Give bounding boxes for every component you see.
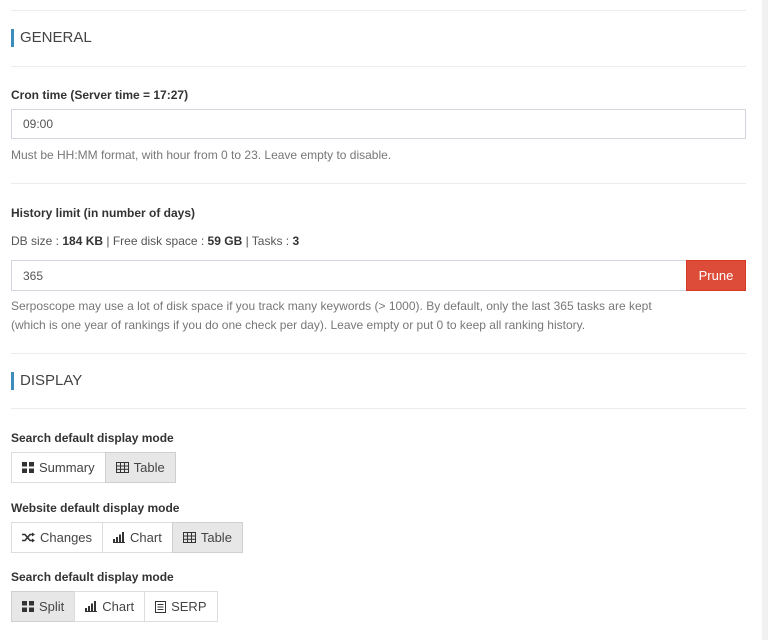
- website-mode-chart-button[interactable]: Chart: [102, 522, 173, 553]
- button-label: Chart: [130, 530, 162, 545]
- website-display-mode-group: Changes Chart Table: [11, 522, 243, 553]
- divider: [11, 408, 746, 409]
- history-limit-label: History limit (in number of days): [11, 206, 196, 220]
- prune-button[interactable]: Prune: [686, 260, 746, 291]
- button-label: Split: [39, 599, 65, 614]
- table-icon: [115, 462, 129, 473]
- website-mode-table-button[interactable]: Table: [171, 522, 243, 553]
- history-limit-help: Serposcope may use a lot of disk space i…: [11, 297, 746, 335]
- search-display-mode-label-2: Search default display mode: [11, 570, 174, 584]
- grid-icon: [22, 601, 34, 612]
- bar-chart-icon: [113, 532, 126, 543]
- tasks-value: 3: [292, 234, 300, 248]
- list-icon: [155, 600, 167, 613]
- history-limit-input[interactable]: [11, 260, 687, 291]
- tasks-label: | Tasks :: [242, 234, 293, 248]
- db-stats: DB size : 184 KB | Free disk space : 59 …: [11, 234, 299, 248]
- divider: [11, 10, 746, 11]
- button-label: Chart: [102, 599, 135, 614]
- grid-icon: [22, 462, 34, 473]
- search-mode-split-button[interactable]: Split: [11, 591, 76, 622]
- table-icon: [182, 532, 196, 543]
- divider: [11, 183, 746, 184]
- divider: [11, 353, 746, 354]
- history-help-line1: Serposcope may use a lot of disk space i…: [11, 299, 652, 313]
- scrollbar[interactable]: [762, 0, 768, 640]
- button-label: Summary: [39, 460, 95, 475]
- db-size-label: DB size :: [11, 234, 63, 248]
- bar-chart-icon: [85, 601, 98, 612]
- button-label: SERP: [171, 599, 207, 614]
- button-label: Changes: [40, 530, 93, 545]
- divider: [11, 66, 746, 67]
- free-space-label: | Free disk space :: [103, 234, 208, 248]
- shuffle-icon: [22, 532, 35, 543]
- search-mode-summary-button[interactable]: Summary: [11, 452, 106, 483]
- search-display-mode-label: Search default display mode: [11, 431, 174, 445]
- settings-panel: GENERAL Cron time (Server time = 17:27) …: [0, 0, 762, 640]
- search-mode-serp-button[interactable]: SERP: [144, 591, 218, 622]
- search-display-mode-group-2: Split Chart SERP: [11, 591, 218, 622]
- button-label: Table: [133, 460, 165, 475]
- website-display-mode-label: Website default display mode: [11, 501, 180, 515]
- history-help-line2: (which is one year of rankings if you do…: [11, 318, 586, 332]
- website-mode-changes-button[interactable]: Changes: [11, 522, 104, 553]
- search-display-mode-group: Summary Table: [11, 452, 176, 483]
- button-label: Table: [200, 530, 232, 545]
- cron-time-label: Cron time (Server time = 17:27): [11, 88, 189, 102]
- section-title-display: DISPLAY: [11, 372, 82, 390]
- section-title-general: GENERAL: [11, 29, 92, 47]
- free-space-value: 59 GB: [207, 234, 243, 248]
- search-mode-table-button[interactable]: Table: [104, 452, 176, 483]
- cron-time-input[interactable]: [11, 109, 746, 139]
- search-mode-chart-button[interactable]: Chart: [74, 591, 146, 622]
- cron-time-help: Must be HH:MM format, with hour from 0 t…: [11, 148, 392, 162]
- db-size-value: 184 KB: [62, 234, 104, 248]
